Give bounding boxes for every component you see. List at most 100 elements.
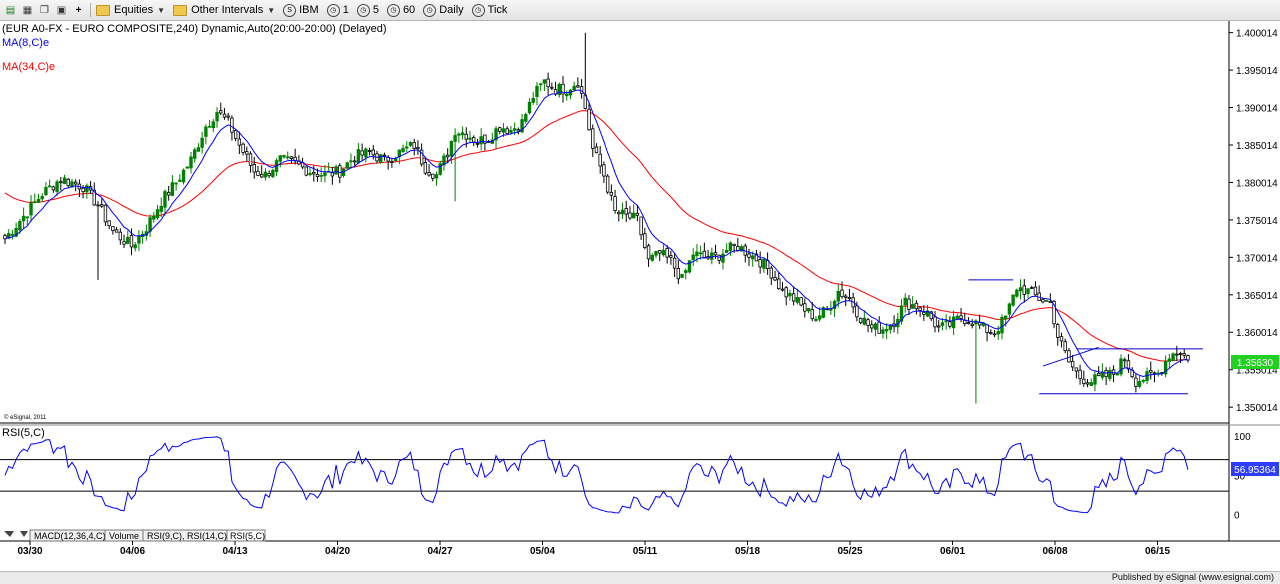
copy-icon[interactable]: ❐	[38, 4, 51, 17]
interval-tick[interactable]: ◷ Tick	[471, 3, 507, 17]
candle-body	[1149, 369, 1153, 373]
candle-body	[312, 171, 316, 175]
candle-body	[747, 253, 751, 258]
candle-body	[174, 182, 178, 185]
candle-body	[457, 133, 461, 136]
candle-body	[148, 217, 152, 232]
candle-body	[1074, 367, 1079, 372]
candle-body	[940, 322, 945, 326]
interval-60[interactable]: ◷ 60	[386, 3, 415, 17]
candle-body	[453, 135, 457, 142]
candle-body	[289, 156, 294, 159]
time-tick-label: 05/25	[837, 546, 862, 557]
interval-ibm[interactable]: S IBM	[283, 3, 319, 17]
candle-body	[710, 252, 714, 260]
chart-title: (EUR A0-FX - EURO COMPOSITE,240) Dynamic…	[2, 23, 387, 35]
candle-body	[178, 179, 182, 182]
add-icon[interactable]: +	[72, 4, 85, 17]
candle-body	[799, 297, 803, 306]
other-intervals-dropdown[interactable]: Other Intervals ▼	[173, 4, 275, 16]
candle-body	[62, 177, 67, 184]
price-tick-label: 1.395014	[1236, 66, 1278, 77]
last-price-marker: 1.35630	[1231, 355, 1279, 369]
time-tick-label: 04/06	[120, 546, 145, 557]
candle-body	[66, 178, 70, 186]
candle-body	[196, 147, 201, 152]
candle	[185, 166, 189, 169]
candle-body	[364, 148, 368, 158]
candle-body	[643, 233, 647, 248]
equities-dropdown[interactable]: Equities ▼	[96, 4, 165, 16]
candle-body	[271, 169, 275, 178]
candle-body	[817, 315, 822, 320]
candle-body	[170, 182, 175, 196]
candle-body	[996, 331, 1000, 335]
candle-body	[367, 150, 372, 152]
interval-daily[interactable]: ◷ Daily	[423, 3, 464, 17]
tab-label: RSI(5,C)	[230, 531, 265, 541]
price-tick-label: 1.380014	[1236, 178, 1278, 189]
interval-1[interactable]: ◷ 1	[326, 3, 349, 17]
clock-icon: ◷	[386, 3, 400, 17]
candle-body	[338, 165, 342, 178]
candle-body	[628, 212, 632, 219]
chart-area[interactable]: 1.400014 1.395014 1.390014 1.385014 1.380014…	[0, 21, 1280, 572]
candle-body	[907, 298, 911, 310]
candle-body	[665, 248, 669, 258]
candle-body	[1018, 287, 1023, 292]
chart-window-icon[interactable]: ▤	[4, 4, 17, 17]
candle-body	[468, 137, 472, 140]
candle-body	[405, 146, 409, 149]
candle-body	[133, 244, 137, 249]
candle-body	[408, 142, 413, 146]
price-tick-label: 1.360014	[1236, 328, 1278, 339]
clock-icon: ◷	[356, 3, 370, 17]
candle-body	[360, 150, 364, 156]
candle-body	[550, 86, 554, 89]
candle-body	[959, 315, 963, 319]
candle-body	[721, 253, 725, 263]
candle-body	[680, 273, 684, 278]
candle-body	[1175, 353, 1179, 356]
candle-body	[501, 128, 506, 133]
candle-body	[159, 205, 163, 212]
candle	[1171, 352, 1175, 362]
grid-icon[interactable]: ▦	[21, 4, 34, 17]
candle-body	[1033, 286, 1038, 296]
interval-label: 5	[372, 4, 379, 16]
candle-body	[18, 221, 22, 231]
candle	[271, 168, 275, 179]
candle-body	[1100, 371, 1105, 378]
tab-label: MACD(12,36,4,C)	[34, 531, 106, 541]
candle-body	[96, 204, 100, 207]
candle-body	[724, 249, 729, 253]
candle	[181, 168, 186, 185]
candle-body	[371, 149, 375, 156]
candle-body	[122, 241, 126, 245]
time-tick-label: 06/01	[940, 546, 965, 557]
candle-body	[691, 254, 695, 261]
candle-body	[211, 121, 216, 129]
candle-body	[922, 311, 926, 315]
candle-body	[855, 305, 859, 318]
price-tick-label: 1.375014	[1236, 216, 1278, 227]
candle-body	[1007, 303, 1012, 315]
candle-body	[989, 332, 993, 334]
candle-body	[836, 290, 840, 302]
candle-body	[970, 323, 974, 326]
interval-5[interactable]: ◷ 5	[356, 3, 379, 17]
candle-body	[241, 143, 245, 153]
chevron-down-icon: ▼	[157, 5, 166, 15]
candle-body	[862, 317, 867, 325]
candle-body	[230, 117, 234, 133]
candle-body	[884, 329, 889, 332]
candle-body	[933, 316, 937, 328]
candle-body	[390, 161, 394, 163]
settings-icon[interactable]: ▣	[55, 4, 68, 17]
candle	[1011, 294, 1015, 307]
candle-body	[237, 138, 242, 146]
candle-body	[1167, 358, 1172, 362]
candle-body	[516, 129, 521, 132]
candle-body	[1044, 300, 1049, 302]
candle-body	[509, 129, 513, 133]
